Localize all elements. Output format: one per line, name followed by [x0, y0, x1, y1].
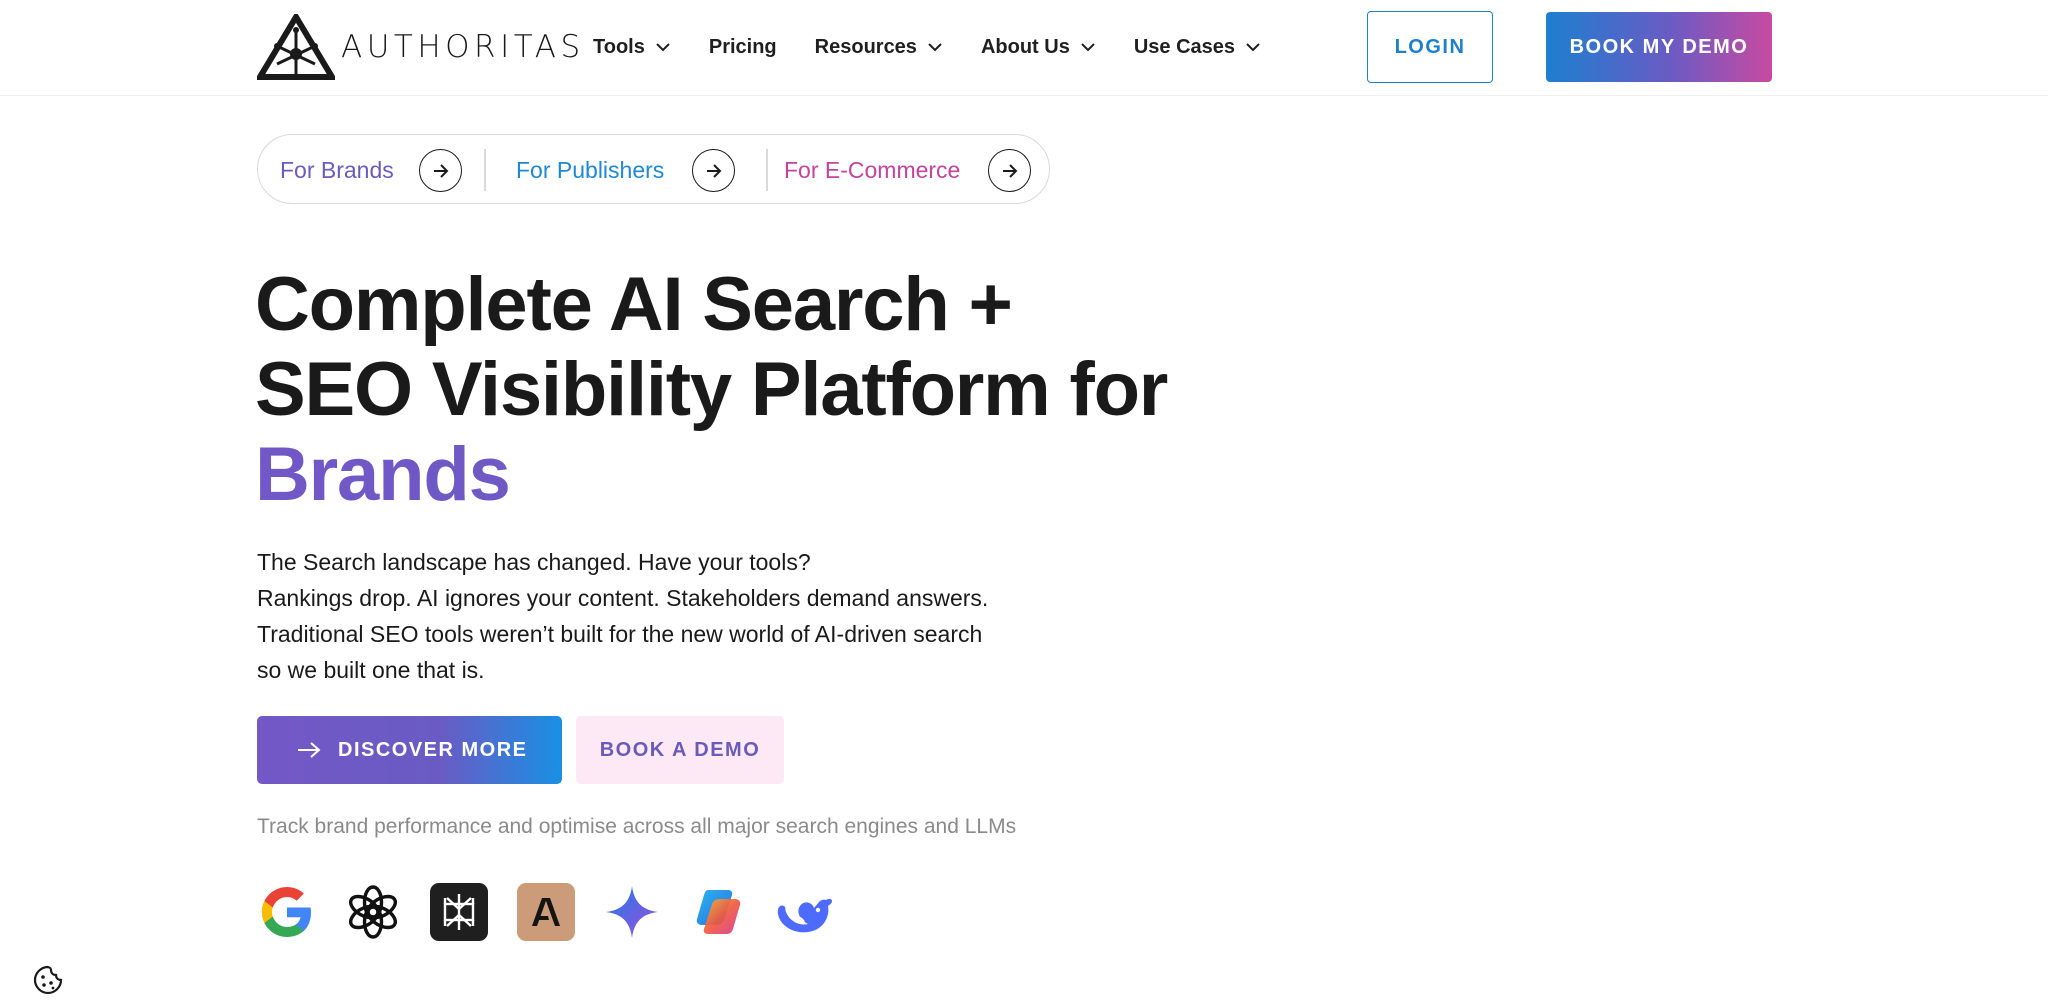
arrow-right-icon [298, 742, 321, 758]
authoritas-logo-icon [257, 14, 335, 80]
nav-use-cases-label: Use Cases [1133, 35, 1236, 58]
for-ecommerce-label: For E-Commerce [784, 156, 961, 183]
google-icon [257, 882, 317, 942]
nav-tools-label: Tools [593, 35, 645, 58]
chevron-down-icon [928, 43, 942, 52]
hero-desc-line: so we built one that is. [257, 657, 485, 683]
hero-desc-line: Traditional SEO tools weren’t built for … [257, 621, 983, 647]
chevron-down-icon [1081, 43, 1095, 52]
logo-text: AUTHORITAS [341, 29, 585, 65]
copilot-icon [688, 882, 748, 942]
nav-pricing-label: Pricing [708, 35, 777, 58]
openai-icon [343, 882, 403, 942]
hero-desc-line: The Search landscape has changed. Have y… [257, 549, 811, 575]
main-nav: Tools Pricing Resources About Us Use Cas… [593, 0, 1299, 94]
for-brands-link[interactable]: For Brands [280, 135, 394, 205]
hero-description: The Search landscape has changed. Have y… [257, 544, 1057, 688]
chevron-down-icon [1246, 43, 1260, 52]
hero-title-accent: Brands [255, 432, 1255, 517]
cookie-settings-icon[interactable] [32, 964, 64, 996]
pill-divider [766, 149, 768, 191]
perplexity-icon [429, 882, 489, 942]
hero-title-line-2: SEO Visibility Platform for [255, 347, 1168, 432]
discover-more-button[interactable]: DISCOVER MORE [257, 716, 562, 784]
logo[interactable]: AUTHORITAS [257, 14, 585, 80]
arrow-right-icon[interactable] [419, 149, 462, 192]
audience-switcher: For Brands For Publishers For E-Commerce [257, 134, 1050, 204]
book-my-demo-button[interactable]: BOOK MY DEMO [1546, 12, 1772, 82]
arrow-right-icon[interactable] [988, 149, 1031, 192]
discover-more-label: DISCOVER MORE [338, 738, 528, 761]
anthropic-icon [516, 882, 576, 942]
hero-title: Complete AI Search + SEO Visibility Plat… [255, 262, 1255, 517]
for-brands-label: For Brands [280, 156, 394, 183]
nav-resources-label: Resources [814, 35, 917, 58]
nav-about-us[interactable]: About Us [981, 36, 1096, 59]
arrow-right-icon[interactable] [692, 149, 735, 192]
nav-about-us-label: About Us [980, 35, 1070, 58]
nav-resources[interactable]: Resources [815, 36, 943, 59]
for-ecommerce-link[interactable]: For E-Commerce [784, 135, 960, 205]
chevron-down-icon [656, 43, 670, 52]
site-header: AUTHORITAS Tools Pricing Resources About… [0, 0, 2048, 96]
nav-tools[interactable]: Tools [593, 36, 671, 59]
nav-use-cases[interactable]: Use Cases [1134, 36, 1261, 59]
nav-pricing[interactable]: Pricing [709, 36, 777, 59]
deepseek-icon [774, 882, 834, 942]
track-caption: Track brand performance and optimise acr… [257, 815, 1017, 838]
gemini-icon [602, 882, 662, 942]
login-button[interactable]: LOGIN [1367, 11, 1493, 83]
for-publishers-link[interactable]: For Publishers [516, 135, 664, 205]
book-a-demo-button[interactable]: BOOK A DEMO [576, 716, 784, 784]
hero-title-line-1: Complete AI Search + [255, 262, 1013, 347]
hero-desc-line: Rankings drop. AI ignores your content. … [257, 585, 989, 611]
for-publishers-label: For Publishers [516, 156, 665, 183]
pill-divider [484, 149, 486, 191]
